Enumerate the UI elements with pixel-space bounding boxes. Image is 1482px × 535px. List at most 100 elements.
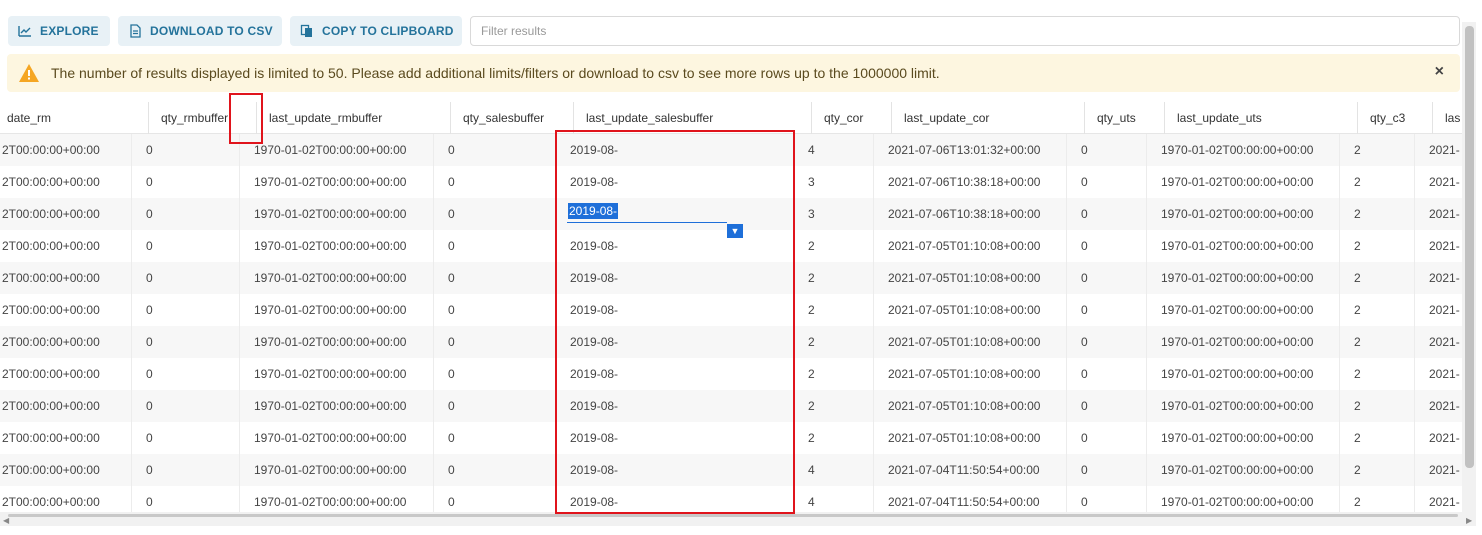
table-cell-qty-cor[interactable]: 2 (793, 230, 873, 262)
table-cell-qty-c3[interactable]: 2 (1339, 198, 1414, 230)
table-cell-qty-rmbuffer[interactable]: 0 (131, 390, 239, 422)
table-cell-qty-c3[interactable]: 2 (1339, 454, 1414, 486)
table-cell-las[interactable]: 2021- (1414, 486, 1462, 512)
table-cell-qty-salesbuffer[interactable]: 0 (433, 390, 555, 422)
table-cell-last-update-cor[interactable]: 2021-07-05T01:10:08+00:00 (873, 390, 1066, 422)
table-cell-last-update-rmbuffer[interactable]: 1970-01-02T00:00:00+00:00 (239, 166, 433, 198)
table-cell-last-update-rmbuffer[interactable]: 1970-01-02T00:00:00+00:00 (239, 230, 433, 262)
column-header-qty-cor[interactable]: qty_cor (811, 102, 891, 134)
table-cell-last-update-salesbuffer[interactable]: 2019-08- (555, 358, 793, 390)
column-header-las[interactable]: las (1432, 102, 1462, 134)
table-cell-qty-cor[interactable]: 2 (793, 390, 873, 422)
table-cell-last-update-cor[interactable]: 2021-07-05T01:10:08+00:00 (873, 326, 1066, 358)
download-csv-button[interactable]: DOWNLOAD TO CSV (118, 16, 282, 46)
table-cell-qty-rmbuffer[interactable]: 0 (131, 358, 239, 390)
table-cell-last-update-uts[interactable]: 1970-01-02T00:00:00+00:00 (1146, 358, 1339, 390)
table-cell-qty-rmbuffer[interactable]: 0 (131, 134, 239, 166)
table-cell-last-update-cor[interactable]: 2021-07-04T11:50:54+00:00 (873, 486, 1066, 512)
table-cell-date-rm[interactable]: 2T00:00:00+00:00 (0, 454, 131, 486)
table-cell-last-update-cor[interactable]: 2021-07-05T01:10:08+00:00 (873, 358, 1066, 390)
cell-editor-selected-text[interactable]: 2019-08- (568, 203, 619, 219)
table-cell-qty-c3[interactable]: 2 (1339, 326, 1414, 358)
table-cell-las[interactable]: 2021- (1414, 166, 1462, 198)
column-header-qty-rmbuffer[interactable]: qty_rmbuffer (148, 102, 256, 134)
table-row[interactable]: 2T00:00:00+00:00 0 1970-01-02T00:00:00+00:… (0, 326, 1462, 358)
table-cell-last-update-salesbuffer[interactable]: 2019-08- (555, 390, 793, 422)
column-header-last-update-cor[interactable]: last_update_cor (891, 102, 1084, 134)
table-cell-qty-rmbuffer[interactable]: 0 (131, 326, 239, 358)
table-cell-last-update-rmbuffer[interactable]: 1970-01-02T00:00:00+00:00 (239, 262, 433, 294)
table-cell-qty-c3[interactable]: 2 (1339, 390, 1414, 422)
table-row[interactable]: 2T00:00:00+00:00 0 1970-01-02T00:00:00+00:… (0, 422, 1462, 454)
table-cell-qty-cor[interactable]: 2 (793, 262, 873, 294)
table-cell-last-update-uts[interactable]: 1970-01-02T00:00:00+00:00 (1146, 294, 1339, 326)
table-cell-last-update-salesbuffer[interactable]: 2019-08- (555, 486, 793, 512)
table-cell-last-update-uts[interactable]: 1970-01-02T00:00:00+00:00 (1146, 230, 1339, 262)
table-cell-qty-cor[interactable]: 3 (793, 198, 873, 230)
table-cell-date-rm[interactable]: 2T00:00:00+00:00 (0, 422, 131, 454)
table-cell-last-update-cor[interactable]: 2021-07-06T13:01:32+00:00 (873, 134, 1066, 166)
table-cell-qty-cor[interactable]: 2 (793, 358, 873, 390)
table-cell-qty-c3[interactable]: 2 (1339, 294, 1414, 326)
table-cell-qty-c3[interactable]: 2 (1339, 230, 1414, 262)
table-cell-las[interactable]: 2021- (1414, 422, 1462, 454)
table-cell-last-update-cor[interactable]: 2021-07-05T01:10:08+00:00 (873, 294, 1066, 326)
table-cell-qty-uts[interactable]: 0 (1066, 294, 1146, 326)
table-cell-last-update-cor[interactable]: 2021-07-04T11:50:54+00:00 (873, 454, 1066, 486)
table-cell-las[interactable]: 2021- (1414, 230, 1462, 262)
table-cell-date-rm[interactable]: 2T00:00:00+00:00 (0, 326, 131, 358)
table-cell-last-update-uts[interactable]: 1970-01-02T00:00:00+00:00 (1146, 166, 1339, 198)
table-cell-date-rm[interactable]: 2T00:00:00+00:00 (0, 486, 131, 512)
table-cell-las[interactable]: 2021- (1414, 390, 1462, 422)
table-cell-qty-c3[interactable]: 2 (1339, 486, 1414, 512)
table-cell-qty-salesbuffer[interactable]: 0 (433, 422, 555, 454)
table-cell-last-update-salesbuffer[interactable]: 2019-08- (555, 262, 793, 294)
table-cell-qty-c3[interactable]: 2 (1339, 422, 1414, 454)
table-cell-last-update-cor[interactable]: 2021-07-05T01:10:08+00:00 (873, 262, 1066, 294)
table-cell-qty-uts[interactable]: 0 (1066, 134, 1146, 166)
table-cell-las[interactable]: 2021- (1414, 358, 1462, 390)
table-cell-qty-salesbuffer[interactable]: 0 (433, 230, 555, 262)
table-cell-las[interactable]: 2021- (1414, 294, 1462, 326)
filter-results-input[interactable] (470, 16, 1460, 46)
table-row[interactable]: 2T00:00:00+00:00 0 1970-01-02T00:00:00+00:… (0, 454, 1462, 486)
table-cell-last-update-salesbuffer[interactable]: 2019-08- (555, 134, 793, 166)
table-cell-qty-salesbuffer[interactable]: 0 (433, 326, 555, 358)
table-cell-last-update-rmbuffer[interactable]: 1970-01-02T00:00:00+00:00 (239, 390, 433, 422)
table-cell-last-update-uts[interactable]: 1970-01-02T00:00:00+00:00 (1146, 198, 1339, 230)
table-cell-qty-uts[interactable]: 0 (1066, 390, 1146, 422)
cell-editor-dropdown[interactable]: ▼ (727, 224, 743, 238)
table-cell-last-update-uts[interactable]: 1970-01-02T00:00:00+00:00 (1146, 486, 1339, 512)
table-cell-last-update-uts[interactable]: 1970-01-02T00:00:00+00:00 (1146, 262, 1339, 294)
table-cell-qty-rmbuffer[interactable]: 0 (131, 294, 239, 326)
table-cell-qty-salesbuffer[interactable]: 0 (433, 454, 555, 486)
table-cell-qty-uts[interactable]: 0 (1066, 422, 1146, 454)
table-cell-last-update-salesbuffer[interactable]: 2019-08- (555, 454, 793, 486)
table-cell-qty-salesbuffer[interactable]: 0 (433, 198, 555, 230)
table-cell-date-rm[interactable]: 2T00:00:00+00:00 (0, 358, 131, 390)
table-cell-qty-cor[interactable]: 3 (793, 166, 873, 198)
column-header-last-update-salesbuffer[interactable]: last_update_salesbuffer (573, 102, 811, 134)
table-cell-last-update-uts[interactable]: 1970-01-02T00:00:00+00:00 (1146, 134, 1339, 166)
table-cell-las[interactable]: 2021- (1414, 454, 1462, 486)
table-cell-qty-uts[interactable]: 0 (1066, 262, 1146, 294)
column-header-date-rm[interactable]: date_rm (0, 102, 148, 134)
column-header-qty-c3[interactable]: qty_c3 (1357, 102, 1432, 134)
table-cell-qty-cor[interactable]: 2 (793, 294, 873, 326)
table-row[interactable]: 2T00:00:00+00:00 0 1970-01-02T00:00:00+00:… (0, 262, 1462, 294)
table-cell-qty-uts[interactable]: 0 (1066, 166, 1146, 198)
table-cell-last-update-uts[interactable]: 1970-01-02T00:00:00+00:00 (1146, 326, 1339, 358)
table-cell-qty-uts[interactable]: 0 (1066, 326, 1146, 358)
table-cell-date-rm[interactable]: 2T00:00:00+00:00 (0, 262, 131, 294)
table-cell-last-update-uts[interactable]: 1970-01-02T00:00:00+00:00 (1146, 390, 1339, 422)
table-cell-last-update-salesbuffer[interactable]: 2019-08- (555, 294, 793, 326)
table-cell-last-update-cor[interactable]: 2021-07-05T01:10:08+00:00 (873, 422, 1066, 454)
table-cell-qty-salesbuffer[interactable]: 0 (433, 134, 555, 166)
close-icon[interactable]: × (1435, 63, 1444, 81)
table-cell-qty-uts[interactable]: 0 (1066, 358, 1146, 390)
scroll-left-arrow[interactable]: ◀ (3, 516, 9, 525)
scroll-right-arrow[interactable]: ▶ (1466, 516, 1472, 525)
table-cell-last-update-rmbuffer[interactable]: 1970-01-02T00:00:00+00:00 (239, 294, 433, 326)
table-cell-date-rm[interactable]: 2T00:00:00+00:00 (0, 390, 131, 422)
table-cell-qty-uts[interactable]: 0 (1066, 486, 1146, 512)
